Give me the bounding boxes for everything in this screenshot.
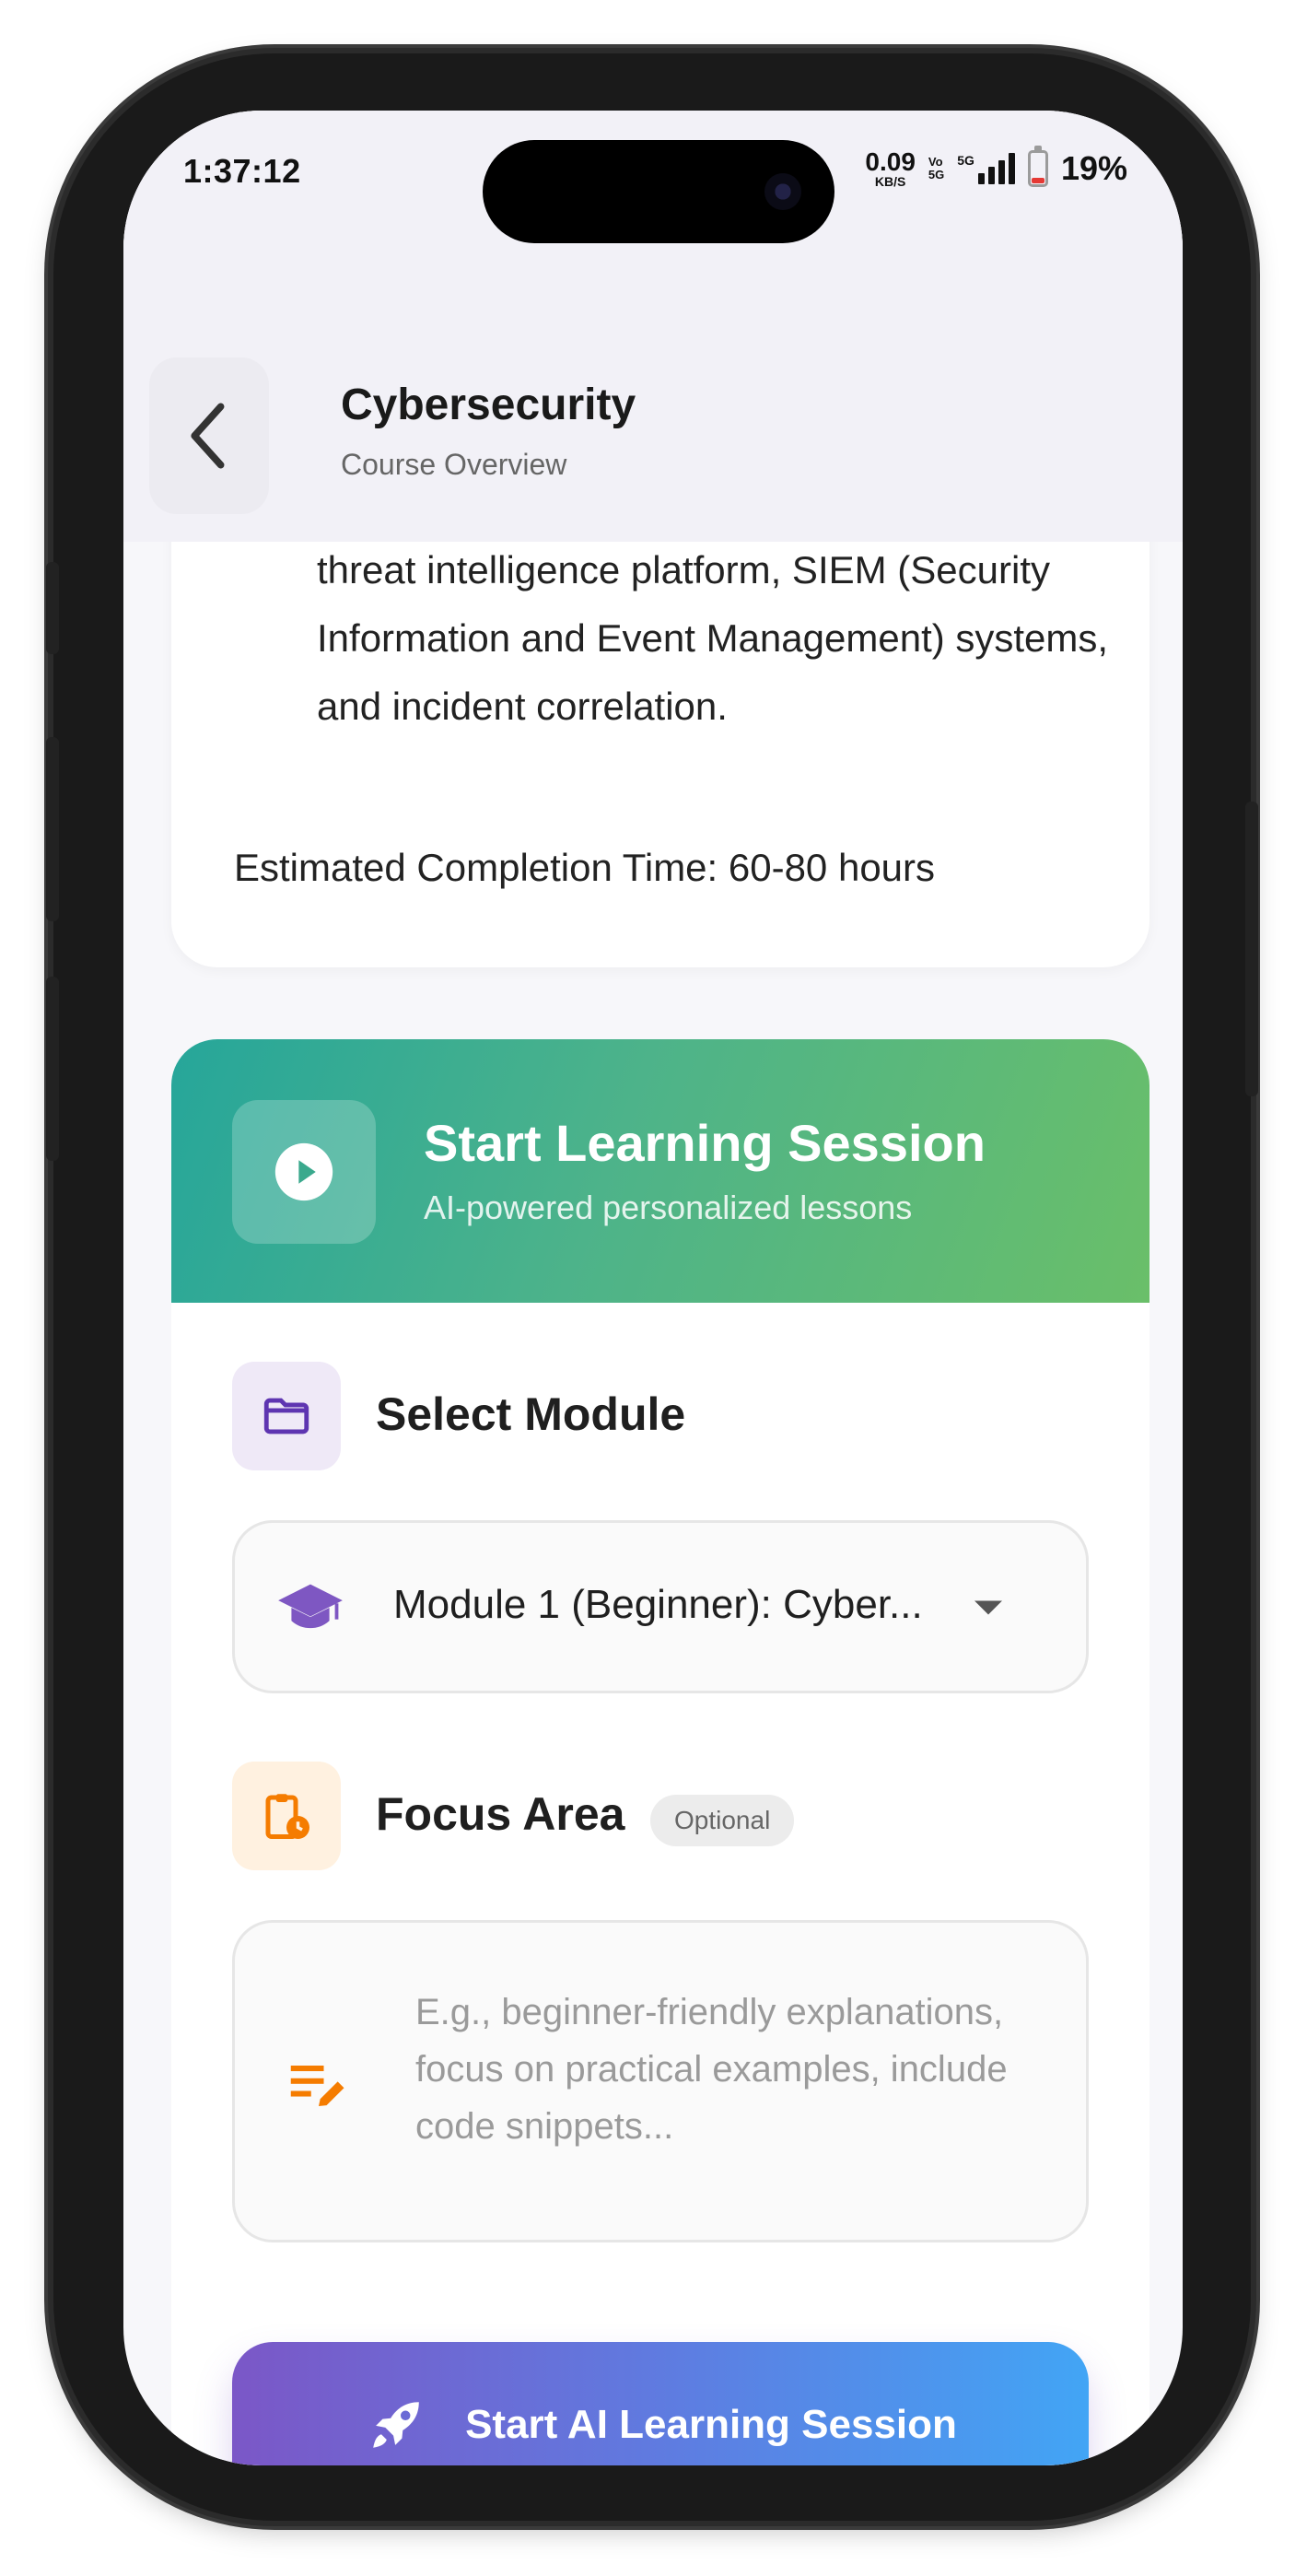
focus-area-placeholder: E.g., beginner-friendly explanations, fo… <box>415 1992 1008 2147</box>
focus-icon-tile <box>232 1762 341 1870</box>
front-camera <box>764 173 801 210</box>
optional-badge: Optional <box>650 1795 795 1846</box>
learning-session-card: Start Learning Session AI-powered person… <box>171 1039 1149 2465</box>
signal-bars-icon <box>977 153 1015 184</box>
power-button <box>1245 802 1258 1096</box>
dynamic-island <box>483 140 834 243</box>
rocket-icon <box>373 2402 419 2448</box>
edit-notes-icon <box>290 2066 344 2106</box>
overview-description: threat intelligence platform, SIEM (Secu… <box>317 548 1109 728</box>
graduation-cap-icon <box>278 1584 343 1629</box>
action-button <box>46 562 59 654</box>
cell-signal: 5G <box>957 153 1015 184</box>
clipboard-clock-icon <box>265 1794 309 1839</box>
module-select[interactable]: Module 1 (Beginner): Cyber... <box>232 1520 1089 1693</box>
volte-label: Vo <box>928 154 943 169</box>
focus-area-label: Focus Area <box>376 1788 625 1840</box>
signal-network-label: 5G <box>957 153 974 168</box>
battery-fill <box>1031 177 1044 183</box>
speed-unit: KB/S <box>874 174 906 189</box>
dropdown-arrow-icon <box>974 1600 1002 1615</box>
page-title: Cybersecurity <box>341 381 636 429</box>
volte-indicator: Vo 5G <box>928 154 945 182</box>
back-button[interactable] <box>149 357 269 514</box>
play-icon-tile <box>232 1100 376 1244</box>
status-indicators: 0.09 KB/S Vo 5G 5G 19% <box>865 146 1127 189</box>
page-subtitle: Course Overview <box>341 448 567 481</box>
start-ai-learning-session-button[interactable]: Start AI Learning Session <box>232 2342 1089 2465</box>
volume-down-button <box>46 977 59 1161</box>
phone-screen: threat intelligence platform, SIEM (Secu… <box>123 111 1183 2465</box>
volume-up-button <box>46 737 59 921</box>
folder-icon <box>263 1398 309 1434</box>
module-icon-tile <box>232 1362 341 1470</box>
battery-percent: 19% <box>1060 149 1127 187</box>
battery-icon <box>1027 146 1048 187</box>
volte-network: 5G <box>928 168 945 181</box>
status-time: 1:37:12 <box>183 152 301 190</box>
chevron-left-icon <box>191 403 225 469</box>
select-module-label: Select Module <box>376 1388 686 1440</box>
selected-module: Module 1 (Beginner): Cyber... <box>393 1582 923 1627</box>
focus-area-input[interactable]: E.g., beginner-friendly explanations, fo… <box>232 1920 1089 2242</box>
network-speed: 0.09 KB/S <box>865 147 916 189</box>
session-subtitle: AI-powered personalized lessons <box>424 1188 913 1226</box>
status-bar: 1:37:12 0.09 KB/S Vo 5G 5G 19% <box>123 111 1183 249</box>
session-header: Start Learning Session AI-powered person… <box>171 1039 1149 1303</box>
speed-value: 0.09 <box>865 147 916 176</box>
play-icon <box>274 1142 333 1201</box>
estimated-completion-time: Estimated Completion Time: 60-80 hours <box>234 846 936 889</box>
cta-label: Start AI Learning Session <box>465 2402 957 2447</box>
session-title: Start Learning Session <box>424 1114 986 1172</box>
